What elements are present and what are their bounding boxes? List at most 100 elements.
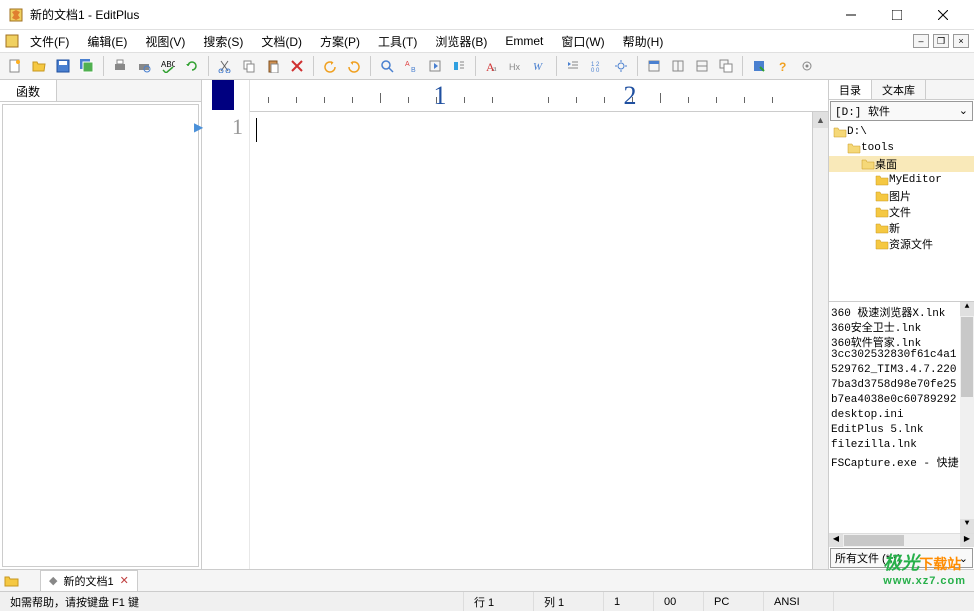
tree-item[interactable]: D:\ xyxy=(829,124,974,140)
file-item[interactable]: b7ea4038e0c60789292 xyxy=(831,394,972,409)
text-editor[interactable] xyxy=(250,112,812,569)
file-item[interactable]: filezilla.lnk xyxy=(831,439,972,454)
cliptext-tab[interactable]: 文本库 xyxy=(872,80,926,99)
menu-project[interactable]: 方案(P) xyxy=(312,31,368,52)
tree-item[interactable]: 文件 xyxy=(829,204,974,220)
minimize-button[interactable] xyxy=(828,0,874,30)
menu-view[interactable]: 视图(V) xyxy=(137,31,193,52)
toolbar: ABC AB Aa Hx W 1 20 0 ? xyxy=(0,52,974,80)
scroll-up-icon[interactable]: ▲ xyxy=(813,112,828,128)
menu-emmet[interactable]: Emmet xyxy=(497,32,551,50)
directory-tab[interactable]: 目录 xyxy=(829,80,872,99)
titlebar: 新的文档1 - EditPlus xyxy=(0,0,974,30)
column-button[interactable]: 1 20 0 xyxy=(586,55,608,77)
menu-file[interactable]: 文件(F) xyxy=(22,31,77,52)
line-number: 1 xyxy=(202,112,243,140)
window1-button[interactable] xyxy=(643,55,665,77)
function-list[interactable] xyxy=(2,104,199,567)
menu-document[interactable]: 文档(D) xyxy=(253,31,310,52)
find-button[interactable] xyxy=(376,55,398,77)
delete-button[interactable] xyxy=(286,55,308,77)
font-button[interactable]: Aa xyxy=(481,55,503,77)
function-tab[interactable]: 函数 xyxy=(0,80,57,101)
window4-button[interactable] xyxy=(715,55,737,77)
menu-edit[interactable]: 编辑(E) xyxy=(79,31,135,52)
file-item[interactable]: desktop.ini xyxy=(831,409,972,424)
mdi-close-button[interactable]: × xyxy=(953,34,969,48)
save-project-button[interactable] xyxy=(748,55,770,77)
file-item[interactable]: 360软件管家.lnk xyxy=(831,334,972,349)
open-file-button[interactable] xyxy=(28,55,50,77)
copy-button[interactable] xyxy=(238,55,260,77)
status-platform: PC xyxy=(704,592,764,611)
status-encoding: ANSI xyxy=(764,592,834,611)
replace-button[interactable]: AB xyxy=(400,55,422,77)
file-item[interactable]: 3cc302532830f61c4a1 xyxy=(831,349,972,364)
file-item[interactable]: 7ba3d3758d98e70fe25 xyxy=(831,379,972,394)
cut-button[interactable] xyxy=(214,55,236,77)
spell-check-button[interactable]: ABC xyxy=(157,55,179,77)
window2-button[interactable] xyxy=(667,55,689,77)
config-button[interactable] xyxy=(796,55,818,77)
file-filter-select[interactable]: 所有文件 (*.*) ⌄ xyxy=(830,548,973,568)
print-button[interactable] xyxy=(109,55,131,77)
print-preview-button[interactable] xyxy=(133,55,155,77)
drive-select[interactable]: [D:] 软件 ⌄ xyxy=(830,101,973,121)
paste-button[interactable] xyxy=(262,55,284,77)
undo-button[interactable] xyxy=(319,55,341,77)
file-item[interactable]: EditPlus 5.lnk xyxy=(831,424,972,439)
status-sel: 1 xyxy=(604,592,654,611)
save-button[interactable] xyxy=(52,55,74,77)
tree-item[interactable]: 图片 xyxy=(829,188,974,204)
file-item[interactable]: 360 极速浏览器X.lnk xyxy=(831,304,972,319)
tree-item[interactable]: 桌面 xyxy=(829,156,974,172)
window3-button[interactable] xyxy=(691,55,713,77)
directory-panel: 目录 文本库 [D:] 软件 ⌄ D:\tools桌面MyEditor图片文件新… xyxy=(828,80,974,569)
file-item[interactable]: 529762_TIM3.4.7.220 xyxy=(831,364,972,379)
tree-item[interactable]: 资源文件 xyxy=(829,236,974,252)
close-button[interactable] xyxy=(920,0,966,30)
redo-button[interactable] xyxy=(343,55,365,77)
tab-close-button[interactable]: ✕ xyxy=(120,574,129,587)
chevron-down-icon: ⌄ xyxy=(959,104,968,118)
statusbar: 如需帮助，请按键盘 F1 键 行 1 列 1 1 00 PC ANSI xyxy=(0,591,974,611)
menu-browser[interactable]: 浏览器(B) xyxy=(427,31,495,52)
tree-item[interactable]: MyEditor xyxy=(829,172,974,188)
menu-search[interactable]: 搜索(S) xyxy=(195,31,251,52)
menu-window[interactable]: 窗口(W) xyxy=(553,31,612,52)
maximize-button[interactable] xyxy=(874,0,920,30)
goto-button[interactable] xyxy=(424,55,446,77)
svg-text:?: ? xyxy=(779,60,786,73)
save-all-button[interactable] xyxy=(76,55,98,77)
status-line: 行 1 xyxy=(464,592,534,611)
bookmark-button[interactable] xyxy=(448,55,470,77)
file-list[interactable]: 360 极速浏览器X.lnk360安全卫士.lnk360软件管家.lnk3cc3… xyxy=(829,302,974,533)
hex-button[interactable]: Hx xyxy=(505,55,527,77)
file-hscrollbar[interactable]: ◀▶ xyxy=(829,533,974,547)
editor-vscrollbar[interactable]: ▲ xyxy=(812,112,828,569)
status-help: 如需帮助，请按键盘 F1 键 xyxy=(0,592,464,611)
new-file-button[interactable] xyxy=(4,55,26,77)
document-tab[interactable]: ◆ 新的文档1 ✕ xyxy=(40,570,138,592)
file-item[interactable]: FSCapture.exe - 快捷 xyxy=(831,454,972,469)
menu-tools[interactable]: 工具(T) xyxy=(370,31,425,52)
file-item[interactable]: 360安全卫士.lnk xyxy=(831,319,972,334)
wordwrap-button[interactable]: W xyxy=(529,55,551,77)
svg-text:B: B xyxy=(411,67,416,73)
main-area: 函数 12 ▶ 1 ▲ 目录 文本库 [ xyxy=(0,80,974,569)
refresh-button[interactable] xyxy=(181,55,203,77)
folder-tree[interactable]: D:\tools桌面MyEditor图片文件新资源文件 xyxy=(829,122,974,302)
indent-button[interactable] xyxy=(562,55,584,77)
app-icon xyxy=(8,7,24,23)
tree-item[interactable]: tools xyxy=(829,140,974,156)
settings-button[interactable] xyxy=(610,55,632,77)
status-char: 00 xyxy=(654,592,704,611)
tree-item[interactable]: 新 xyxy=(829,220,974,236)
mdi-restore-button[interactable]: ❐ xyxy=(933,34,949,48)
mdi-minimize-button[interactable]: – xyxy=(913,34,929,48)
help-button[interactable]: ? xyxy=(772,55,794,77)
chevron-down-icon: ⌄ xyxy=(959,552,968,565)
menu-help[interactable]: 帮助(H) xyxy=(615,31,672,52)
ruler: 12 xyxy=(202,80,828,112)
file-vscrollbar[interactable]: ▲▼ xyxy=(960,302,974,533)
